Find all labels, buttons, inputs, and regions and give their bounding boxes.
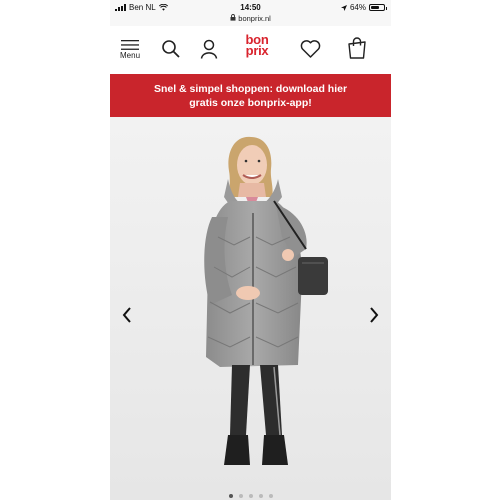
account-icon [200,39,218,59]
address-bar[interactable]: bonprix.nl [110,14,391,23]
product-image-gallery[interactable] [110,117,391,500]
menu-label: Menu [120,51,141,60]
pagination-dot[interactable] [248,494,253,498]
chevron-left-icon [122,307,131,323]
account-button[interactable] [200,39,218,59]
pagination-dot[interactable] [258,494,263,498]
search-icon [162,40,180,58]
next-image-button[interactable] [369,307,379,328]
wishlist-button[interactable] [300,40,321,58]
location-arrow-icon [340,4,347,11]
search-button[interactable] [161,39,181,59]
lock-icon [230,14,236,21]
battery-percent: 64% [349,3,366,12]
bonprix-logo[interactable]: bon prix [238,33,276,58]
url-text: bonprix.nl [238,14,271,23]
wishlist-icon [300,40,321,58]
battery-indicator: 64% [340,3,387,12]
pagination-dot[interactable] [228,494,233,498]
menu-icon [121,40,139,50]
cart-icon [348,37,366,59]
phone-screen: Ben NL 14:50 bonprix.nl 64% Menu bon pri… [110,0,391,500]
site-header: Menu bon prix [110,26,391,74]
pagination-dot[interactable] [268,494,273,498]
promo-line-1: Snel & simpel shoppen: download hier [153,82,348,95]
battery-icon [369,4,387,11]
pagination-dot[interactable] [238,494,243,498]
gallery-pagination [110,494,391,498]
chevron-right-icon [370,307,379,323]
cart-button[interactable] [347,37,367,59]
previous-image-button[interactable] [122,307,132,328]
product-photo [110,117,391,500]
promo-line-2: gratis onze bonprix-app! [189,96,312,109]
menu-button[interactable]: Menu [120,40,140,60]
status-bar: Ben NL 14:50 bonprix.nl 64% [110,0,391,26]
logo-text-bottom: prix [245,43,269,58]
app-promo-banner[interactable]: Snel & simpel shoppen: download hier gra… [110,74,391,117]
